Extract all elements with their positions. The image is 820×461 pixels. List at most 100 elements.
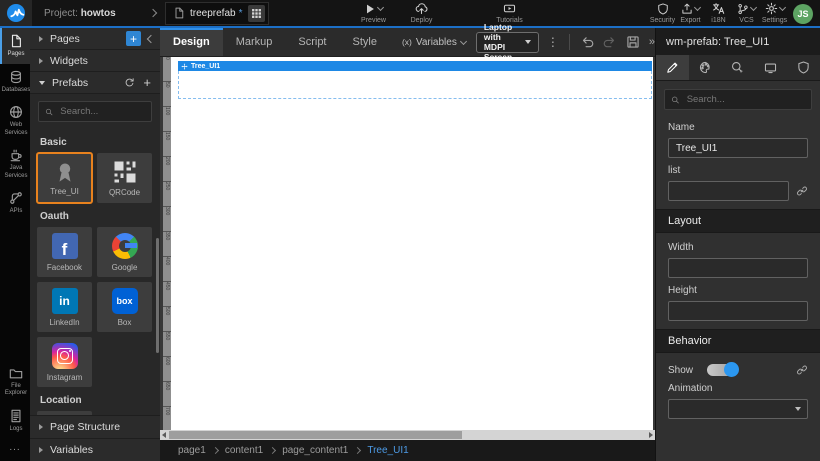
- topbar-utilities: Security Export i18N VCS Settings JS: [649, 2, 820, 24]
- prefab-tile-google[interactable]: Google: [97, 227, 152, 277]
- file-tab-treeprefab[interactable]: treeprefab *: [165, 2, 269, 25]
- tab-style[interactable]: Style: [340, 28, 390, 56]
- breadcrumb-page1[interactable]: page1: [178, 445, 206, 456]
- prefab-search-input[interactable]: [58, 105, 145, 118]
- user-avatar[interactable]: JS: [793, 4, 813, 24]
- show-toggle[interactable]: [707, 364, 737, 376]
- scrollbar-thumb[interactable]: [169, 431, 462, 439]
- i18n-button[interactable]: i18N: [705, 2, 732, 24]
- refresh-prefabs-button[interactable]: [124, 77, 135, 88]
- variables-dropdown[interactable]: (x) Variables: [402, 28, 466, 56]
- sidebar-item-file-explorer[interactable]: File Explorer: [0, 360, 30, 403]
- sidebar-item-logs[interactable]: Logs: [0, 403, 30, 439]
- more-options-button[interactable]: ⋮: [547, 35, 559, 49]
- sidebar-item-web-services[interactable]: Web Services: [0, 99, 30, 142]
- vcs-button[interactable]: VCS: [733, 2, 760, 24]
- tab-inspect[interactable]: [722, 55, 755, 80]
- preview-button[interactable]: Preview: [353, 2, 395, 24]
- export-button[interactable]: Export: [677, 2, 704, 24]
- chevron-right-icon: [354, 447, 361, 454]
- prefab-tile-facebook[interactable]: f Facebook: [37, 227, 92, 277]
- redo-button[interactable]: [603, 35, 617, 49]
- tab-design[interactable]: Design: [160, 28, 223, 56]
- section-pages[interactable]: Pages +: [30, 28, 160, 50]
- rail-more-button[interactable]: ...: [0, 438, 30, 461]
- section-widgets[interactable]: Widgets: [30, 50, 160, 72]
- width-field[interactable]: [668, 258, 808, 278]
- scroll-right-arrow[interactable]: [649, 432, 653, 438]
- tab-device[interactable]: [754, 55, 787, 80]
- sidebar-item-java-services[interactable]: Java Services: [0, 142, 30, 185]
- sidebar-item-databases[interactable]: Databases: [0, 64, 30, 100]
- section-pages-label: Pages: [50, 33, 80, 45]
- branch-icon: [737, 3, 749, 15]
- add-page-button[interactable]: +: [126, 31, 141, 46]
- prefab-tile-linkedin[interactable]: in LinkedIn: [37, 282, 92, 332]
- prefab-tile-qrcode[interactable]: QRCode: [97, 153, 152, 203]
- collapse-panel-button[interactable]: [145, 32, 157, 45]
- pages-grid-button[interactable]: [248, 5, 265, 22]
- scroll-left-arrow[interactable]: [162, 432, 166, 438]
- list-label: list: [668, 165, 808, 176]
- tab-properties[interactable]: [656, 55, 689, 80]
- api-icon: [9, 191, 23, 205]
- facebook-icon: f: [52, 233, 78, 259]
- sidebar-item-apis[interactable]: APIs: [0, 185, 30, 221]
- coffee-icon: [9, 148, 23, 162]
- properties-search: [664, 89, 812, 110]
- security-label: Security: [650, 17, 675, 24]
- breadcrumb-tree-ui1[interactable]: Tree_UI1: [367, 445, 408, 456]
- section-prefabs[interactable]: Prefabs +: [30, 72, 160, 94]
- canvas-page[interactable]: 0 50 100 150 200 250 300 350 400 450 500…: [163, 57, 653, 430]
- prefab-tile-box[interactable]: box Box: [97, 282, 152, 332]
- selected-widget-handle[interactable]: Tree_UI1: [178, 61, 652, 71]
- tab-styles[interactable]: [689, 55, 722, 80]
- tab-markup[interactable]: Markup: [223, 28, 286, 56]
- horizontal-scrollbar[interactable]: [160, 430, 655, 440]
- chevron-down-icon: [377, 4, 384, 11]
- undo-button[interactable]: [580, 35, 594, 49]
- device-selector[interactable]: Laptop with MDPI Screen: [476, 32, 539, 53]
- panel-scrollbar[interactable]: [156, 238, 159, 353]
- rail-label: Pages: [7, 51, 24, 59]
- settings-button[interactable]: Settings: [761, 2, 788, 24]
- tab-script[interactable]: Script: [285, 28, 339, 56]
- name-field[interactable]: [668, 138, 808, 158]
- properties-search-input[interactable]: [685, 93, 805, 106]
- ruler-tick: 700: [163, 407, 171, 432]
- database-icon: [9, 70, 23, 84]
- prefab-tile-tree-ui[interactable]: Tree_UI: [37, 153, 92, 203]
- tab-security[interactable]: [787, 55, 820, 80]
- section-variables[interactable]: Variables: [30, 438, 160, 461]
- save-button[interactable]: [626, 35, 640, 49]
- link-icon: [796, 364, 808, 376]
- prefab-tile-map[interactable]: [37, 411, 92, 415]
- breadcrumb-content1[interactable]: content1: [225, 445, 263, 456]
- selected-widget-outline[interactable]: [178, 71, 652, 99]
- prefab-tile-instagram[interactable]: Instagram: [37, 337, 92, 387]
- layout-section-header: Layout: [656, 209, 820, 233]
- vcs-label: VCS: [739, 17, 753, 24]
- properties-panel: wm-prefab: Tree_UI1 Name list Layout Wid…: [655, 28, 820, 461]
- behavior-fields: Show Animation: [656, 353, 820, 427]
- animation-select[interactable]: [668, 399, 808, 419]
- export-icon: [681, 3, 693, 15]
- list-field[interactable]: [668, 181, 789, 201]
- properties-panel-tabs: [656, 55, 820, 81]
- tutorials-button[interactable]: Tutorials: [489, 2, 531, 24]
- wavemaker-logo[interactable]: [0, 0, 32, 26]
- unsaved-indicator: *: [239, 8, 243, 19]
- section-page-structure[interactable]: Page Structure: [30, 415, 160, 438]
- add-prefab-button[interactable]: +: [143, 76, 151, 89]
- sidebar-item-pages[interactable]: Pages: [0, 28, 30, 64]
- deploy-button[interactable]: Deploy: [401, 2, 443, 24]
- height-field[interactable]: [668, 301, 808, 321]
- security-button[interactable]: Security: [649, 2, 676, 24]
- chevron-down-icon: [460, 37, 467, 44]
- breadcrumb-page-content1[interactable]: page_content1: [282, 445, 348, 456]
- rail-label: Databases: [2, 87, 31, 95]
- bind-show-button[interactable]: [796, 364, 808, 376]
- bind-list-button[interactable]: [796, 185, 808, 197]
- gear-icon: [765, 2, 778, 15]
- google-icon: [112, 233, 138, 259]
